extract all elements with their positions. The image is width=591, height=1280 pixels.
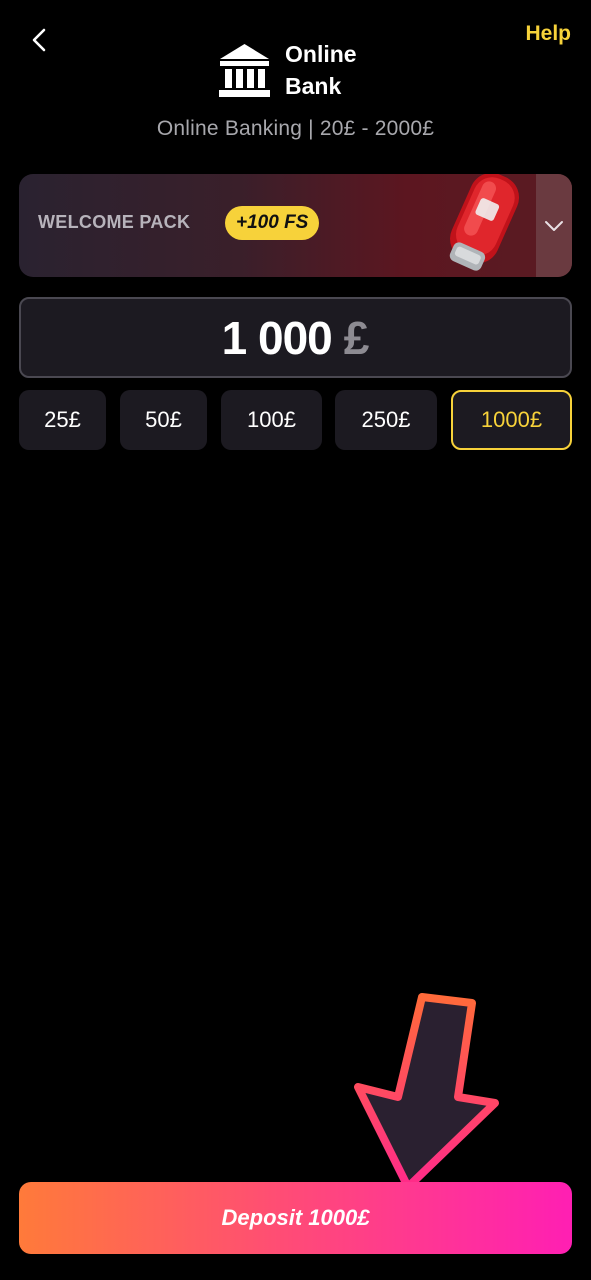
brand-name-line2: Bank <box>285 73 342 99</box>
preset-amount-50[interactable]: 50£ <box>120 390 207 450</box>
amount-currency: £ <box>343 311 370 364</box>
preset-amount-100[interactable]: 100£ <box>221 390 322 450</box>
deposit-amount-input[interactable]: 1 000 £ <box>19 297 572 378</box>
welcome-pack-card[interactable]: WELCOME PACK +100 FS <box>19 174 572 277</box>
welcome-pack-toggle[interactable] <box>536 174 572 277</box>
amount-value: 1 000 <box>221 311 333 364</box>
back-button[interactable] <box>22 22 58 58</box>
welcome-pack-label: WELCOME PACK <box>38 212 191 232</box>
brand-name-line1: Online <box>285 41 357 67</box>
chevron-down-icon <box>545 220 563 231</box>
deposit-limits-subtitle: Online Banking | 20£ - 2000£ <box>156 117 435 140</box>
preset-amount-25[interactable]: 25£ <box>19 390 106 450</box>
preset-amount-250[interactable]: 250£ <box>335 390 437 450</box>
deposit-button[interactable]: Deposit 1000£ <box>19 1182 572 1254</box>
payment-method-brand: Online Bank <box>218 38 357 102</box>
chevron-left-icon <box>32 28 46 52</box>
free-spins-badge: +100 FS <box>225 206 320 240</box>
help-link[interactable]: Help <box>525 22 571 46</box>
preset-amount-1000[interactable]: 1000£ <box>451 390 572 450</box>
brand-name: Online Bank <box>285 38 357 102</box>
bank-icon <box>219 44 270 97</box>
pointer-arrow-icon <box>354 993 499 1191</box>
car-key-image <box>449 174 520 271</box>
